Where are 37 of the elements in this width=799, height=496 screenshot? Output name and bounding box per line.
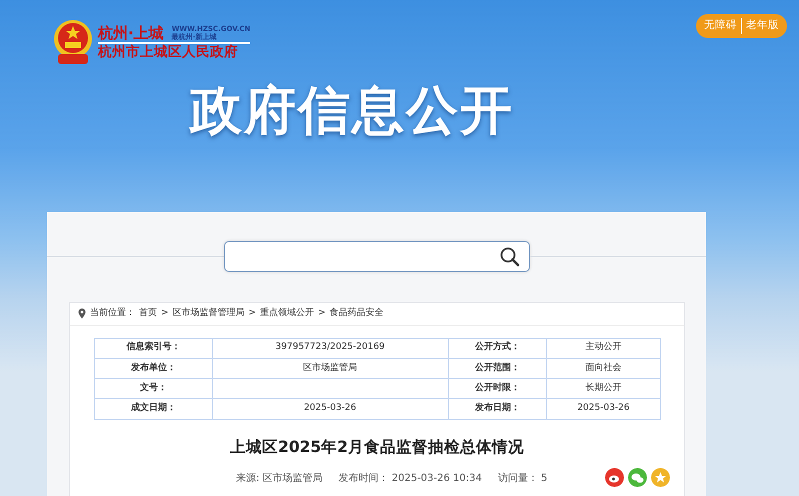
- field-label: 文号：: [94, 378, 212, 399]
- breadcrumb-separator: >: [161, 307, 169, 320]
- field-value: 2025-03-26: [212, 398, 448, 420]
- field-value: 2025-03-26: [546, 398, 660, 420]
- breadcrumb-link[interactable]: 区市场监督管理局: [172, 307, 245, 320]
- field-label: 信息索引号：: [94, 338, 212, 358]
- search-icon[interactable]: [498, 246, 520, 268]
- logo-subtitle: 杭州市上城区人民政府: [98, 42, 250, 60]
- field-value: 面向社会: [546, 358, 660, 379]
- field-label: 成文日期：: [94, 398, 212, 420]
- meta-info: 来源: 区市场监管局: [236, 472, 323, 486]
- wechat-share-icon[interactable]: [628, 468, 647, 487]
- article-title: 上城区2025年2月食品监督抽检总体情况: [229, 436, 525, 458]
- field-label: 公开时限：: [448, 378, 546, 399]
- weibo-share-icon[interactable]: [605, 468, 624, 487]
- logo-title: 杭州·上城: [98, 24, 164, 42]
- location-pin-icon: [78, 308, 86, 320]
- emblem-icon: [52, 18, 94, 66]
- search-field[interactable]: [224, 241, 530, 272]
- field-label: 发布日期：: [448, 398, 546, 420]
- breadcrumb-separator: >: [248, 307, 256, 320]
- breadcrumb-link[interactable]: 食品药品安全: [330, 307, 384, 320]
- breadcrumb-separator: >: [318, 307, 326, 320]
- field-label: 发布单位：: [94, 358, 212, 379]
- field-value: 397957723/2025-20169: [212, 338, 448, 358]
- favorite-share-icon[interactable]: [651, 468, 670, 487]
- breadcrumb-label: 当前位置：: [90, 307, 135, 320]
- breadcrumb-link[interactable]: 首页: [139, 307, 157, 320]
- field-value: 主动公开: [546, 338, 660, 358]
- meta-info: 发布时间： 2025-03-26 10:34: [338, 472, 482, 486]
- field-value: 长期公开: [546, 378, 660, 399]
- field-label: 公开方式：: [448, 338, 546, 358]
- breadcrumb-link[interactable]: 重点领域公开: [260, 307, 314, 320]
- meta-info: 访问量： 5: [498, 472, 548, 486]
- field-value: 区市场监管局: [212, 358, 448, 379]
- field-label: 公开范围：: [448, 358, 546, 379]
- banner-title: 政府信息公开: [190, 80, 515, 143]
